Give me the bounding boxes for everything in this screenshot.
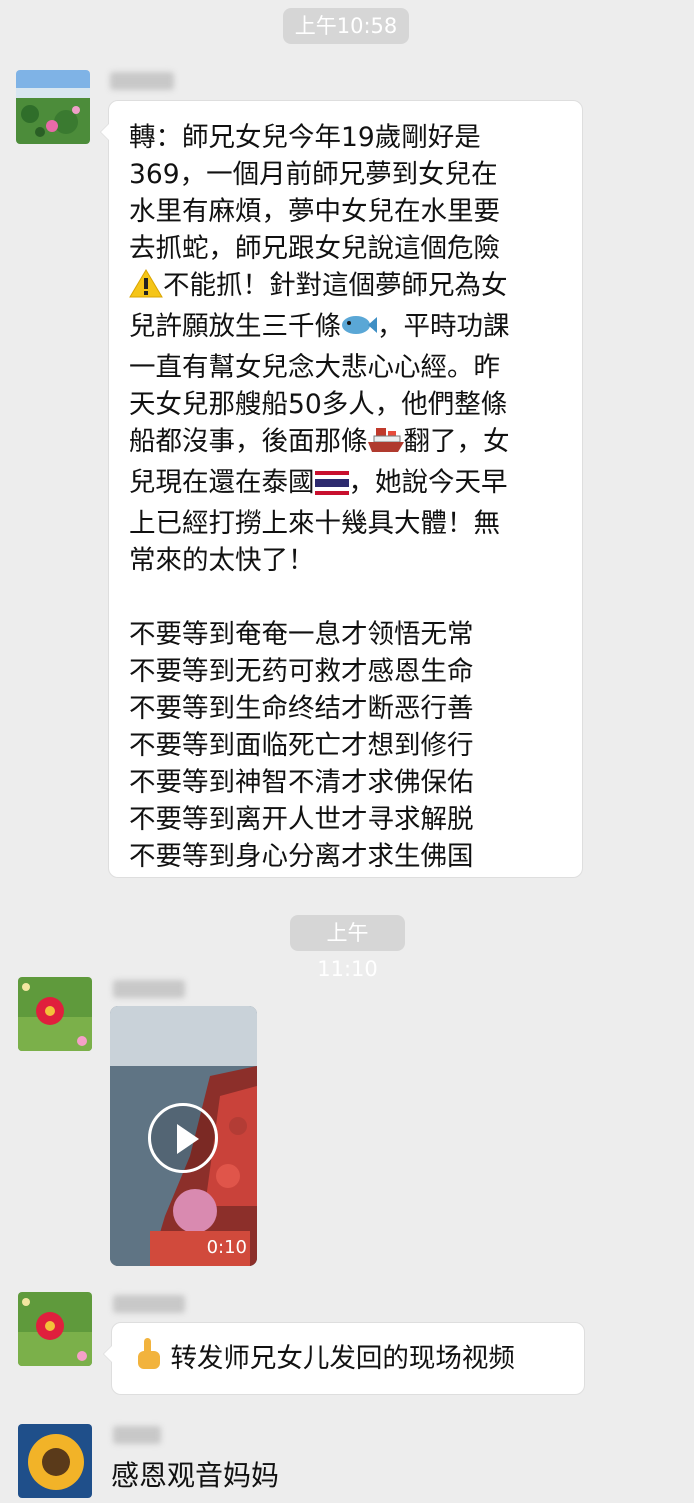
play-icon[interactable] (148, 1103, 218, 1173)
message-line: 不能抓！針對這個夢師兄為女 (129, 267, 568, 308)
sender-avatar[interactable] (18, 1424, 92, 1498)
flower-avatar-image (18, 977, 92, 1051)
pointing-up-hand-icon (134, 1327, 162, 1398)
message-line: 天女兒那艘船50多人，他們整條 (129, 389, 508, 420)
verse-line: 不要等到身心分离才求生佛国 (129, 841, 474, 872)
verse-line: 不要等到生命终结才断恶行善 (129, 693, 474, 724)
timestamp: 上午10:58 (283, 8, 409, 44)
fish-icon (341, 311, 377, 349)
verse-line: 不要等到面临死亡才想到修行 (129, 730, 474, 761)
message-line: 一直有幫女兒念大悲心心經。昨 (129, 352, 500, 383)
message-line: 船都沒事，後面那條 翻了，女 (129, 423, 568, 464)
message-line: 上已經打撈上來十幾具大體！無 (129, 508, 500, 539)
sunflower-avatar-image (18, 1424, 92, 1498)
message-line: 兒許願放生三千條 ，平時功課 (129, 308, 568, 349)
message-bubble[interactable]: 轉：師兄女兒今年19歲剛好是 369，一個月前師兄夢到女兒在 水里有麻煩，夢中女… (100, 100, 583, 878)
message-bubble[interactable]: 转发师兄女儿发回的现场视频 (103, 1322, 585, 1398)
ship-icon (367, 424, 404, 464)
verse-line: 不要等到离开人世才寻求解脱 (129, 804, 474, 835)
message-line: 水里有麻煩，夢中女兒在水里要 (129, 196, 500, 227)
timestamp: 上午11:10 (290, 915, 405, 981)
message-text[interactable]: 感恩观音妈妈 (111, 1456, 279, 1496)
message-line: 轉：師兄女兒今年19歲剛好是 (129, 122, 481, 153)
sender-avatar[interactable] (18, 1292, 92, 1366)
verse-line: 不要等到奄奄一息才领悟无常 (129, 619, 474, 650)
video-message[interactable]: 0:10 (110, 1006, 257, 1266)
flower-avatar-image (18, 1292, 92, 1366)
verse-line: 不要等到神智不清才求佛保佑 (129, 767, 474, 798)
sender-name-blurred (110, 72, 174, 90)
warning-icon (129, 268, 163, 308)
message-text: 转发师兄女儿发回的现场视频 (170, 1343, 515, 1374)
sender-name-blurred (113, 1295, 185, 1313)
verse-line: 不要等到无药可救才感恩生命 (129, 656, 474, 687)
lotus-pond-avatar-image (16, 70, 90, 144)
message-line: 兒現在還在泰國 ，她說今天早 (129, 464, 568, 505)
sender-name-blurred (113, 1426, 161, 1444)
sender-avatar[interactable] (16, 70, 90, 144)
sender-avatar[interactable] (18, 977, 92, 1051)
video-duration: 0:10 (206, 1237, 247, 1258)
message-line: 369，一個月前師兄夢到女兒在 (129, 159, 498, 190)
thailand-flag-icon (314, 468, 349, 505)
sender-name-blurred (113, 980, 185, 998)
message-line: 常來的太快了！ (129, 545, 315, 576)
message-line: 去抓蛇，師兄跟女兒說這個危險 (129, 233, 500, 264)
